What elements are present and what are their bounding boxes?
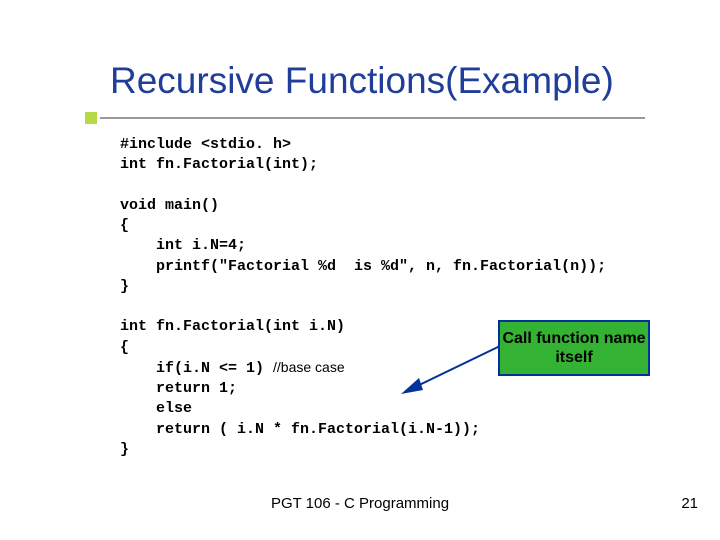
- title-underline: [100, 117, 645, 119]
- code-line: void main(): [120, 197, 219, 214]
- code-line: }: [120, 441, 129, 458]
- code-line: #include <stdio. h>: [120, 136, 291, 153]
- footer-text: PGT 106 - C Programming: [0, 495, 720, 512]
- callout-arrow: [395, 340, 505, 395]
- code-line: }: [120, 278, 129, 295]
- callout-text: Call function name itself: [500, 329, 648, 367]
- page-number: 21: [681, 495, 698, 512]
- code-block: #include <stdio. h> int fn.Factorial(int…: [120, 135, 606, 460]
- callout-box: Call function name itself: [498, 320, 650, 376]
- code-line: return 1;: [120, 380, 237, 397]
- code-comment: //base case: [273, 359, 345, 375]
- title-bullet: [85, 112, 97, 124]
- code-line: return ( i.N * fn.Factorial(i.N-1));: [120, 421, 480, 438]
- code-line: {: [120, 217, 129, 234]
- code-line: int fn.Factorial(int i.N): [120, 318, 345, 335]
- slide: Recursive Functions(Example) #include <s…: [0, 0, 720, 540]
- code-line: int i.N=4;: [120, 237, 246, 254]
- code-line: {: [120, 339, 129, 356]
- code-line: else: [120, 400, 192, 417]
- code-line: if(i.N <= 1): [120, 360, 273, 377]
- code-line: printf("Factorial %d is %d", n, fn.Facto…: [120, 258, 606, 275]
- slide-title: Recursive Functions(Example): [110, 60, 614, 102]
- code-line: int fn.Factorial(int);: [120, 156, 318, 173]
